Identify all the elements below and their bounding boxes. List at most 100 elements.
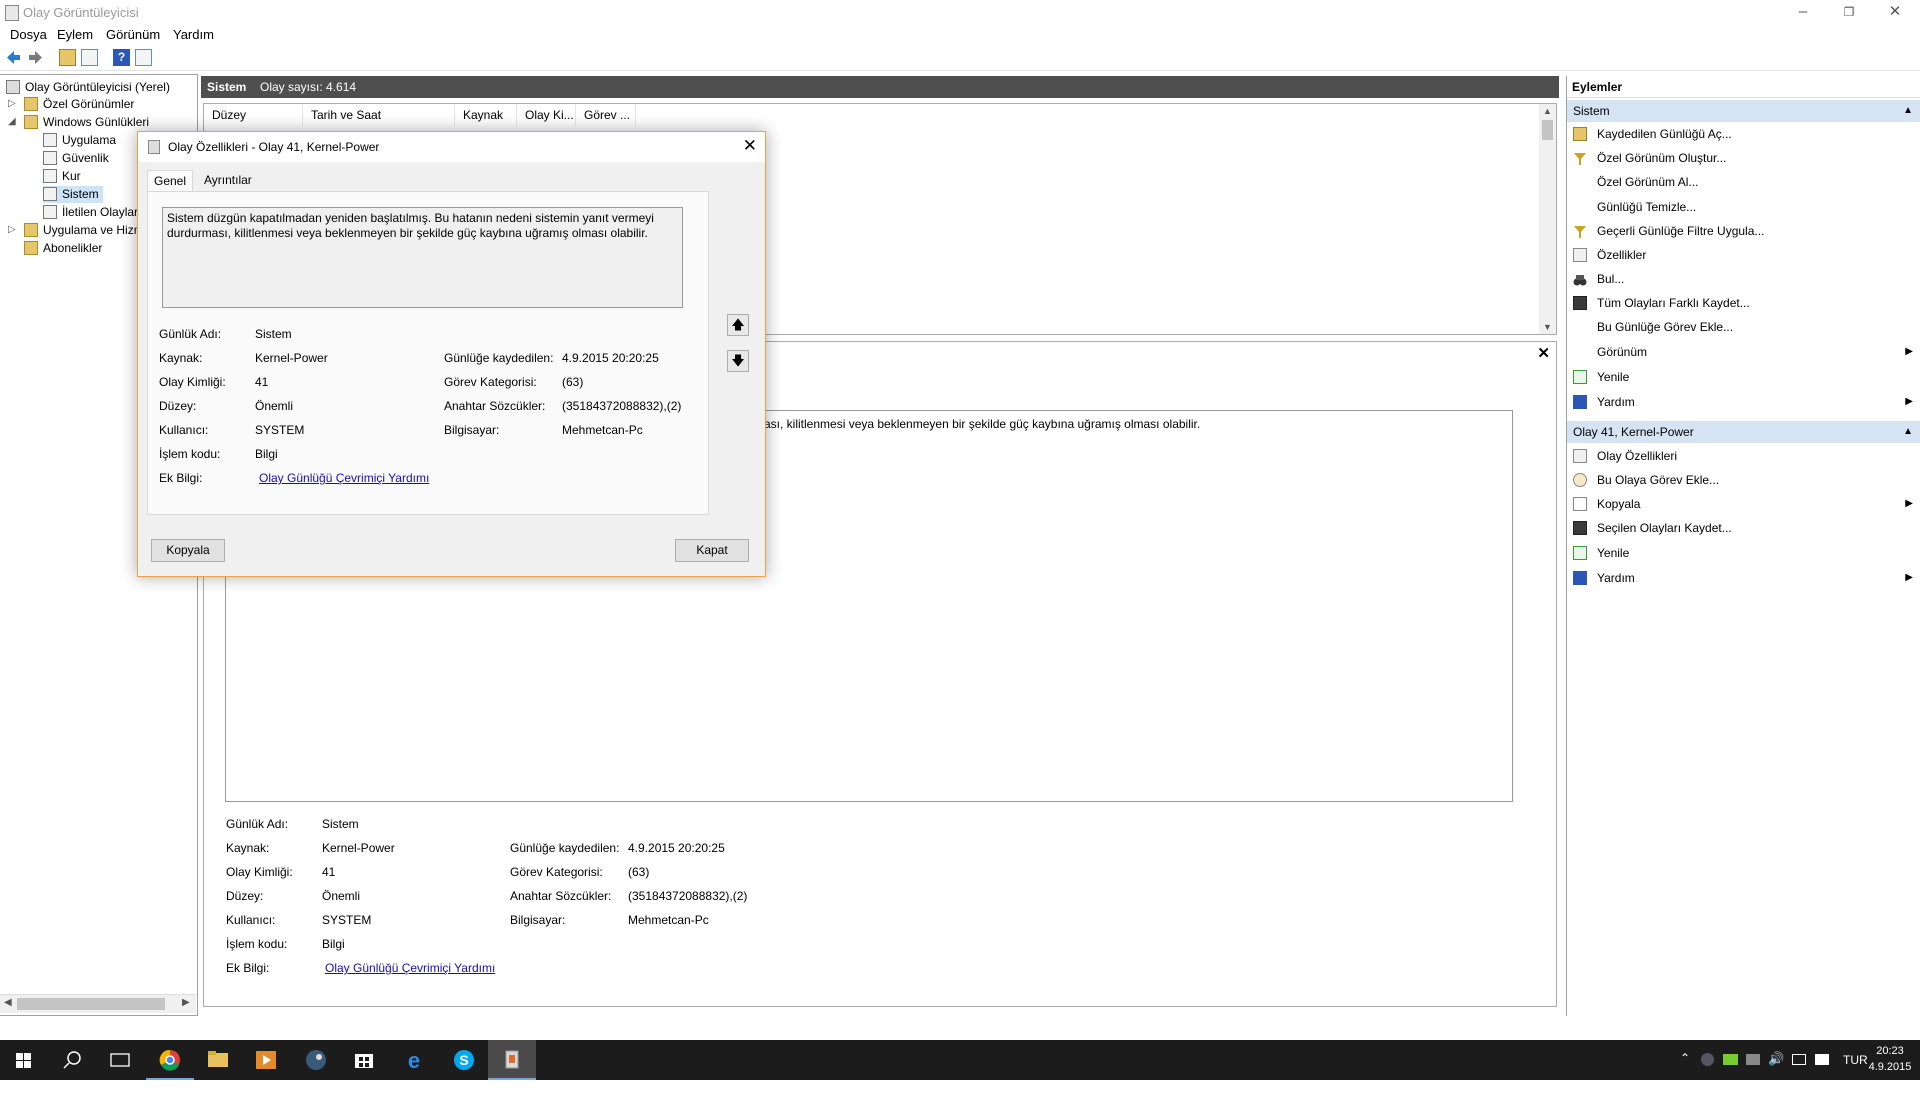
action-save-all-events-as[interactable]: Tüm Olayları Farklı Kaydet... xyxy=(1567,292,1920,314)
scroll-up-icon[interactable]: ▲ xyxy=(1543,106,1552,116)
event-viewer-taskbar-icon[interactable] xyxy=(488,1040,536,1080)
previous-event-button[interactable]: 🡅 xyxy=(727,314,749,336)
value-logged: 4.9.2015 20:20:25 xyxy=(628,841,725,855)
tree-horizontal-scrollbar[interactable]: ◀ ▶ xyxy=(0,994,196,1013)
action-help-event[interactable]: Yardım ▶ xyxy=(1567,567,1920,589)
tab-general[interactable]: Genel xyxy=(147,170,194,192)
next-event-button[interactable]: 🡇 xyxy=(727,350,749,372)
steam-icon[interactable] xyxy=(292,1040,340,1080)
search-icon[interactable] xyxy=(48,1040,96,1080)
submenu-arrow-icon: ▶ xyxy=(1905,572,1913,583)
description-line-2: durdurması, kilitlenmesi veya beklenmeye… xyxy=(167,226,648,240)
clock-date[interactable]: 4.9.2015 xyxy=(1867,1061,1913,1101)
display-tray-icon[interactable] xyxy=(1792,1054,1806,1065)
value-task-category: (63) xyxy=(562,375,584,389)
action-create-custom-view[interactable]: Özel Görünüm Oluştur... xyxy=(1567,147,1920,169)
scroll-left-icon[interactable]: ◀ xyxy=(4,997,12,1008)
file-explorer-icon[interactable] xyxy=(194,1040,242,1080)
action-import-custom-view[interactable]: Özel Görünüm Al... xyxy=(1567,171,1920,193)
column-header-source[interactable]: Kaynak xyxy=(455,104,517,126)
minimize-button[interactable]: – xyxy=(1780,0,1826,27)
dialog-close-icon[interactable]: ✕ xyxy=(743,136,757,156)
action-properties[interactable]: Özellikler xyxy=(1567,244,1920,266)
folder-up-icon[interactable] xyxy=(59,49,76,66)
close-detail-icon[interactable]: ✕ xyxy=(1537,344,1550,362)
back-arrow-icon[interactable] xyxy=(5,49,22,66)
copy-button[interactable]: Kopyala xyxy=(151,539,225,562)
store-icon[interactable] xyxy=(340,1040,388,1080)
start-button[interactable] xyxy=(0,1040,48,1080)
action-attach-task-to-log[interactable]: Bu Günlüğe Görev Ekle... xyxy=(1567,316,1920,338)
menu-file[interactable]: Dosya xyxy=(10,27,47,42)
action-open-saved-log[interactable]: Kaydedilen Günlüğü Aç... xyxy=(1567,123,1920,145)
title-bar: Olay Görüntüleyicisi – ❐ ✕ xyxy=(0,0,1920,27)
grid-vertical-scrollbar[interactable]: ▲ ▼ xyxy=(1539,104,1556,334)
submenu-arrow-icon: ▶ xyxy=(1905,396,1913,407)
save-icon xyxy=(1573,521,1587,535)
help-icon[interactable]: ? xyxy=(113,49,130,66)
action-clear-log[interactable]: Günlüğü Temizle... xyxy=(1567,196,1920,218)
volume-icon[interactable]: 🔊 xyxy=(1768,1051,1784,1091)
tree-item-system[interactable]: Sistem xyxy=(43,186,103,203)
properties-icon xyxy=(1573,248,1587,262)
media-player-icon[interactable] xyxy=(242,1040,290,1080)
column-header-level[interactable]: Düzey xyxy=(204,104,303,126)
action-save-selected-events[interactable]: Seçilen Olayları Kaydet... xyxy=(1567,517,1920,539)
collapse-chevron-icon[interactable]: ◢ xyxy=(8,116,16,127)
label-event-id: Olay Kimliği: xyxy=(226,865,293,879)
expand-chevron-icon[interactable]: ▷ xyxy=(8,98,16,109)
label-computer: Bilgisayar: xyxy=(510,913,566,927)
chrome-icon[interactable] xyxy=(146,1040,194,1080)
menu-action[interactable]: Eylem xyxy=(57,27,93,42)
column-header-task[interactable]: Görev ... xyxy=(576,104,636,126)
restore-button[interactable]: ❐ xyxy=(1826,0,1872,27)
value-user: SYSTEM xyxy=(255,423,305,437)
edge-icon[interactable]: e xyxy=(390,1040,438,1080)
online-help-link[interactable]: Olay Günlüğü Çevrimiçi Yardımı xyxy=(259,471,429,485)
close-window-button[interactable]: ✕ xyxy=(1872,0,1918,27)
value-level: Önemli xyxy=(322,889,361,903)
action-find[interactable]: Bul... xyxy=(1567,268,1920,290)
online-help-link[interactable]: Olay Günlüğü Çevrimiçi Yardımı xyxy=(325,961,495,975)
collapse-caret-icon[interactable]: ▲ xyxy=(1903,421,1913,443)
column-header-date[interactable]: Tarih ve Saat xyxy=(303,104,455,126)
network-tray-icon[interactable] xyxy=(1746,1054,1760,1065)
close-button[interactable]: Kapat xyxy=(675,539,749,562)
scroll-thumb[interactable] xyxy=(1542,120,1553,140)
action-event-properties[interactable]: Olay Özellikleri xyxy=(1567,445,1920,467)
show-hidden-icons-icon[interactable]: ⌃ xyxy=(1680,1051,1690,1091)
collapse-caret-icon[interactable]: ▲ xyxy=(1903,100,1913,122)
label-logged: Günlüğe kaydedilen: xyxy=(510,841,620,855)
input-language[interactable]: TUR xyxy=(1843,1053,1868,1093)
action-help[interactable]: Yardım ▶ xyxy=(1567,391,1920,413)
svg-text:e: e xyxy=(408,1048,420,1073)
action-copy[interactable]: Kopyala ▶ xyxy=(1567,493,1920,515)
column-header-event-id[interactable]: Olay Ki... xyxy=(517,104,576,126)
skype-icon[interactable]: S xyxy=(440,1040,488,1080)
actions-section-event[interactable]: Olay 41, Kernel-Power ▲ xyxy=(1567,421,1920,443)
scroll-thumb[interactable] xyxy=(17,998,165,1010)
tab-details[interactable]: Ayrıntılar xyxy=(198,170,258,191)
tree-item-app-service-logs[interactable]: Uygulama ve Hizmet Günlükleri xyxy=(24,222,138,239)
nvidia-tray-icon[interactable] xyxy=(1723,1054,1738,1065)
steam-tray-icon[interactable] xyxy=(1701,1053,1714,1066)
action-view[interactable]: Görünüm ▶ xyxy=(1567,341,1920,363)
value-source: Kernel-Power xyxy=(322,841,395,855)
action-filter-current-log[interactable]: Geçerli Günlüğe Filtre Uygula... xyxy=(1567,220,1920,242)
show-hide-action-pane-icon[interactable] xyxy=(135,49,152,66)
task-view-icon[interactable] xyxy=(96,1040,144,1080)
tree-item-forwarded-events[interactable]: İletilen Olaylar xyxy=(43,204,138,221)
menu-help[interactable]: Yardım xyxy=(173,27,214,42)
action-refresh-event[interactable]: Yenile xyxy=(1567,542,1920,564)
menu-view[interactable]: Görünüm xyxy=(106,27,160,42)
value-computer: Mehmetcan-Pc xyxy=(628,913,709,927)
show-hide-tree-icon[interactable] xyxy=(81,49,98,66)
action-attach-task-to-event[interactable]: Bu Olaya Görev Ekle... xyxy=(1567,469,1920,491)
action-refresh[interactable]: Yenile xyxy=(1567,366,1920,388)
forward-arrow-icon[interactable] xyxy=(27,49,44,66)
scroll-right-icon[interactable]: ▶ xyxy=(182,997,190,1008)
action-center-icon[interactable] xyxy=(1815,1054,1829,1065)
expand-chevron-icon[interactable]: ▷ xyxy=(8,224,16,235)
actions-section-system[interactable]: Sistem ▲ xyxy=(1567,100,1920,122)
scroll-down-icon[interactable]: ▼ xyxy=(1543,322,1552,332)
